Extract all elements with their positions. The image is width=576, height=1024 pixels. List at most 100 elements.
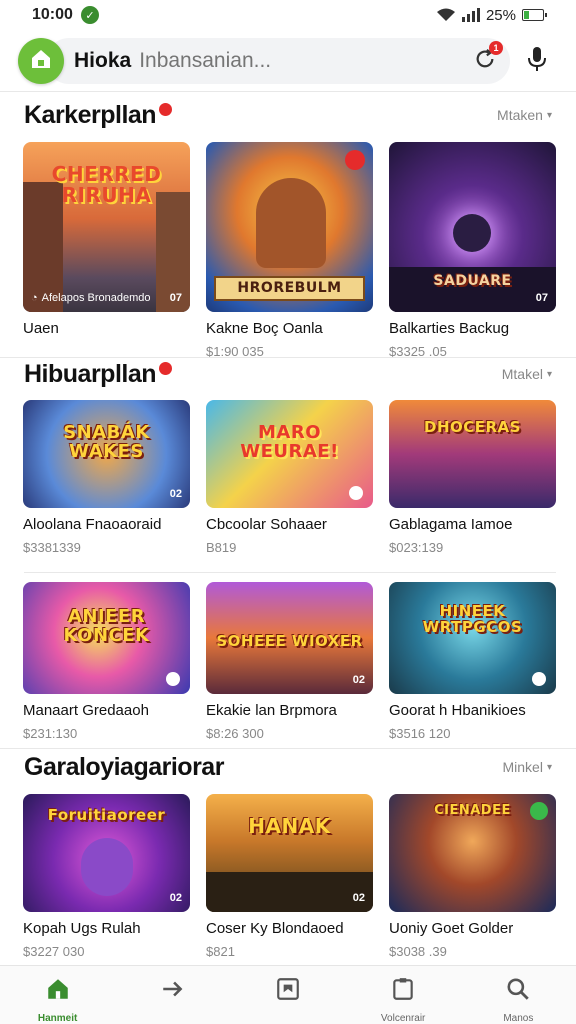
header-divider xyxy=(0,91,576,92)
nav-library[interactable]: Volcenrair xyxy=(353,966,453,1024)
section-header: Garaloyiagariorar Minkel ▾ xyxy=(24,750,552,784)
thumbnail-badge: 07 xyxy=(169,292,182,304)
clipboard-icon xyxy=(390,976,416,1007)
status-bar: 10:00 ✓ 25% xyxy=(0,0,576,30)
game-thumbnail: HROREBULM xyxy=(206,142,373,312)
nav-label: Volcenrair xyxy=(380,1013,426,1024)
nav-home[interactable]: Hanmeit xyxy=(8,966,108,1024)
thumbnail-badge: 02 xyxy=(169,892,182,904)
refresh-button[interactable]: 1 xyxy=(470,41,503,76)
thumbnail-title: HINEEK WRTPGCOS xyxy=(422,602,523,636)
arrow-right-icon xyxy=(160,976,186,1007)
section-header: Hibuarpllan Mtakel ▾ xyxy=(24,357,552,391)
card-name: Aloolana Fnaoaoraid xyxy=(23,516,162,533)
game-card[interactable]: HANAK 02 Coser Ky Blondaoed $821 xyxy=(206,794,373,959)
card-name: Goorat h Hbanikioes xyxy=(389,702,526,719)
card-price: $3227 030 xyxy=(23,944,85,959)
chevron-down-icon: ▾ xyxy=(546,761,552,773)
thumbnail-title: MARO WEURAE! xyxy=(240,422,339,462)
more-link[interactable]: Mtaken ▾ xyxy=(497,107,552,123)
card-name: Ekakie lan Brpmora xyxy=(206,702,337,719)
battery-percent: 25% xyxy=(485,6,516,24)
game-card[interactable]: SADUARE 07 Balkarties Backug $3325 .05 xyxy=(389,142,556,359)
badge-dot-icon xyxy=(530,802,548,820)
game-thumbnail: HANAK 02 xyxy=(206,794,373,912)
game-thumbnail: MARO WEURAE! xyxy=(206,400,373,508)
home-icon xyxy=(45,976,71,1007)
thumbnail-title: SNABÁK WAKES xyxy=(63,422,150,462)
chevron-down-icon: ▾ xyxy=(546,109,552,121)
card-price: $8:26 300 xyxy=(206,726,264,741)
game-thumbnail: SNABÁK WAKES 02 xyxy=(23,400,190,508)
nav-search[interactable]: Manos xyxy=(468,966,568,1024)
card-row: SNABÁK WAKES 02 Aloolana Fnaoaoraid $338… xyxy=(23,400,556,555)
status-right: 25% xyxy=(436,6,547,24)
game-card[interactable]: HROREBULM Kakne Boç Oanla $1:90 035 xyxy=(206,142,373,359)
section-header: Karkerpllan Mtaken ▾ xyxy=(24,98,552,132)
game-card[interactable]: Foruitiaoreer 02 Kopah Ugs Rulah $3227 0… xyxy=(23,794,190,959)
game-thumbnail: Foruitiaoreer 02 xyxy=(23,794,190,912)
mic-button[interactable] xyxy=(522,46,552,76)
card-row: ANIEER KONCEK Manaart Gredaaoh $231:130 … xyxy=(23,582,556,741)
card-price: $3381339 xyxy=(23,540,81,555)
more-link[interactable]: Mtakel ▾ xyxy=(502,366,552,382)
game-thumbnail: CHERRED RIRUHA ◔ Afelapos Bronademdo 07 xyxy=(23,142,190,312)
thumbnail-title: Foruitiaoreer xyxy=(47,806,166,824)
section-title: Garaloyiagariorar xyxy=(24,752,224,781)
thumbnail-badge: 02 xyxy=(352,892,365,904)
search-input[interactable] xyxy=(139,49,470,73)
card-name: Uoniy Goet Golder xyxy=(389,920,514,937)
section-title: Karkerpllan xyxy=(24,101,173,130)
status-left: 10:00 ✓ xyxy=(32,6,99,24)
card-price: $3038 .39 xyxy=(389,944,447,959)
thumbnail-overlay: ◔ Afelapos Bronademdo xyxy=(31,292,151,304)
favorite-icon xyxy=(345,150,365,170)
card-price: $3516 120 xyxy=(389,726,451,741)
game-card[interactable]: SNABÁK WAKES 02 Aloolana Fnaoaoraid $338… xyxy=(23,400,190,555)
game-card[interactable]: ANIEER KONCEK Manaart Gredaaoh $231:130 xyxy=(23,582,190,741)
new-dot xyxy=(159,361,173,375)
search-brand: Hioka xyxy=(74,49,132,72)
game-card[interactable]: MARO WEURAE! Cbcoolar Sohaaer B819 xyxy=(206,400,373,555)
game-card[interactable]: CIENADEE Uoniy Goet Golder $3038 .39 xyxy=(389,794,556,959)
card-name: Uaen xyxy=(23,320,59,337)
card-price: B819 xyxy=(206,540,237,555)
search-field[interactable]: Hioka 1 xyxy=(46,38,510,84)
home-logo-icon xyxy=(29,47,53,76)
thumbnail-title: DHOCERAS xyxy=(424,418,521,436)
nav-label: Hanmeit xyxy=(37,1013,78,1024)
thumbnail-title: CHERRED RIRUHA xyxy=(51,162,162,207)
game-thumbnail: CIENADEE xyxy=(389,794,556,912)
game-card[interactable]: HINEEK WRTPGCOS Goorat h Hbanikioes $351… xyxy=(389,582,556,741)
thumbnail-badge: 02 xyxy=(352,674,365,686)
thumbnail-title: CIENADEE xyxy=(434,803,511,818)
more-link[interactable]: Minkel ▾ xyxy=(503,759,553,775)
card-price: $231:130 xyxy=(23,726,78,741)
wifi-icon xyxy=(436,8,456,22)
card-price: $023:139 xyxy=(389,540,444,555)
app-notification-icon: ✓ xyxy=(80,6,99,24)
game-card[interactable]: SOHEEE WIOXER 02 Ekakie lan Brpmora $8:2… xyxy=(206,582,373,741)
game-thumbnail: ANIEER KONCEK xyxy=(23,582,190,694)
dot-icon xyxy=(532,672,546,686)
nav-forward[interactable] xyxy=(123,966,223,1024)
mic-icon xyxy=(527,46,547,77)
nav-label: Manos xyxy=(503,1013,534,1024)
game-thumbnail: DHOCERAS xyxy=(389,400,556,508)
nav-saved[interactable] xyxy=(238,966,338,1024)
game-card[interactable]: CHERRED RIRUHA ◔ Afelapos Bronademdo 07 U… xyxy=(23,142,190,359)
battery-icon xyxy=(522,9,547,21)
dot-icon xyxy=(166,672,180,686)
thumbnail-title: HANAK xyxy=(248,814,331,838)
card-row: CHERRED RIRUHA ◔ Afelapos Bronademdo 07 U… xyxy=(23,142,556,359)
card-row: Foruitiaoreer 02 Kopah Ugs Rulah $3227 0… xyxy=(23,794,556,959)
card-name: Kakne Boç Oanla xyxy=(206,320,323,337)
notification-badge: 1 xyxy=(489,41,503,55)
card-name: Cbcoolar Sohaaer xyxy=(206,516,327,533)
home-logo-button[interactable] xyxy=(18,38,64,84)
section-title: Hibuarpllan xyxy=(24,360,173,389)
card-price: $821 xyxy=(206,944,235,959)
signal-icon xyxy=(461,8,480,22)
game-card[interactable]: DHOCERAS Gablagama Iamoe $023:139 xyxy=(389,400,556,555)
chevron-down-icon: ▾ xyxy=(546,368,552,380)
